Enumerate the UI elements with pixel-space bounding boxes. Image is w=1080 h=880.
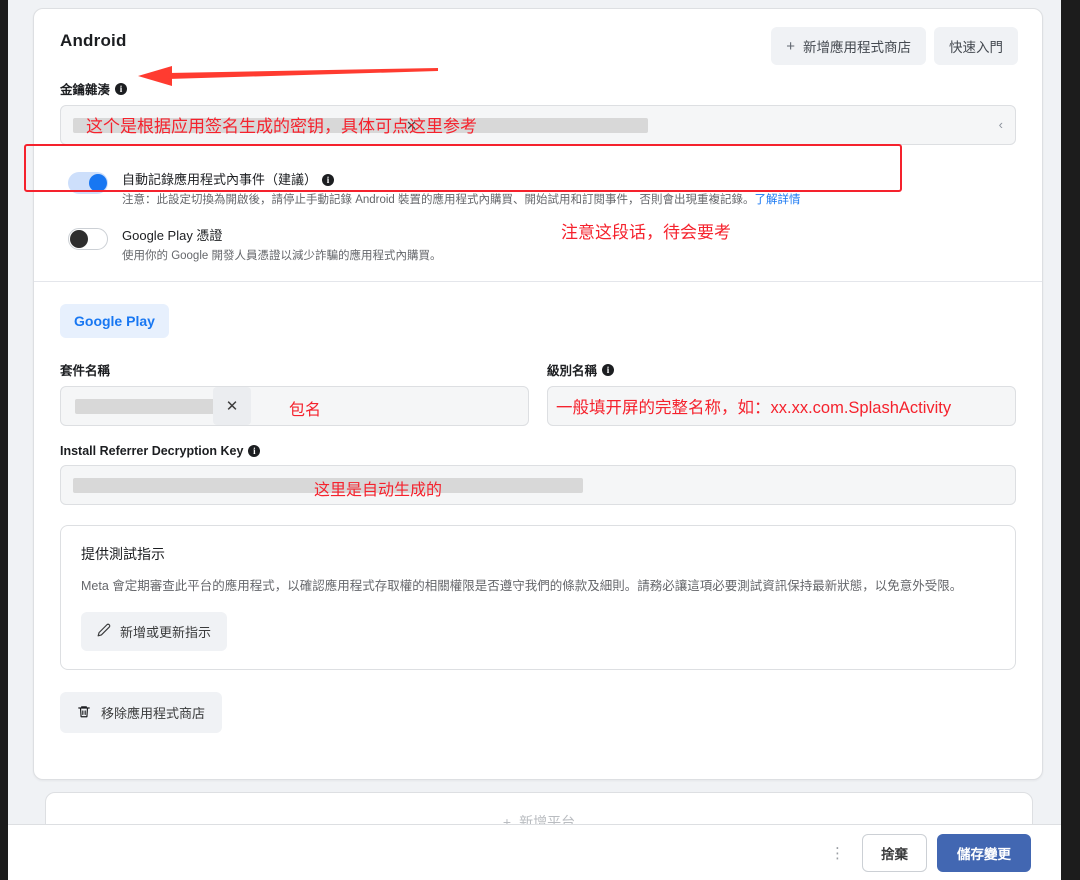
google-play-chip[interactable]: Google Play (60, 304, 169, 338)
annotation-package-note: 包名 (289, 396, 321, 420)
header-button-group: + 新增應用程式商店 快速入門 (771, 27, 1018, 65)
annotation-class-note: 一般填开屏的完整名称，如：xx.xx.com.SplashActivity (556, 394, 951, 418)
key-hash-label: 金鑰雜湊 (60, 79, 110, 98)
auto-log-events-texts: 自動記錄應用程式內事件（建議） i 注意：此設定切換為開啟後，請停止手動記錄 A… (122, 170, 801, 208)
toggle-section: 自動記錄應用程式內事件（建議） i 注意：此設定切換為開啟後，請停止手動記錄 A… (34, 161, 1042, 273)
class-name-field-group: 級別名稱 i 一般填开屏的完整名称，如：xx.xx.com.SplashActi… (547, 360, 1016, 426)
page-title: Android (60, 31, 127, 51)
discard-button[interactable]: 捨棄 (862, 834, 927, 872)
install-referrer-input[interactable]: 这里是自动生成的 (60, 465, 1016, 505)
remove-app-store-button[interactable]: 移除應用程式商店 (60, 692, 222, 733)
page-background: Android + 新增應用程式商店 快速入門 金鑰雜湊 i ✕ ‹ (8, 0, 1061, 880)
redacted-value (75, 399, 230, 414)
add-or-update-instructions-label: 新增或更新指示 (120, 622, 211, 641)
add-or-update-instructions-button[interactable]: 新增或更新指示 (81, 612, 227, 651)
class-name-label: 級別名稱 (547, 360, 597, 379)
trash-icon (77, 704, 91, 722)
learn-more-link[interactable]: 了解詳情 (755, 194, 801, 206)
key-hash-section: 金鑰雜湊 i ✕ ‹ (34, 65, 1042, 161)
package-name-label-row: 套件名稱 (60, 360, 529, 379)
android-platform-card: Android + 新增應用程式商店 快速入門 金鑰雜湊 i ✕ ‹ (33, 8, 1043, 780)
toggle-row-google-play-credentials: Google Play 憑證 使用你的 Google 開發人員憑證以減少詐騙的應… (60, 217, 1016, 273)
auto-log-events-description-row: 注意：此設定切換為開啟後，請停止手動記錄 Android 裝置的應用程式內購買、… (122, 192, 801, 208)
redacted-value (73, 478, 583, 493)
info-icon[interactable]: i (115, 83, 127, 95)
add-app-store-button[interactable]: + 新增應用程式商店 (771, 27, 926, 65)
testing-instructions-title: 提供測試指示 (81, 544, 995, 564)
quick-start-label: 快速入門 (949, 36, 1003, 56)
toggle-knob (89, 174, 107, 192)
remove-app-store-label: 移除應用程式商店 (101, 703, 205, 722)
close-icon[interactable]: ✕ (213, 387, 251, 425)
pencil-icon (97, 623, 111, 640)
more-options-icon[interactable]: ⋮ (830, 844, 846, 862)
redacted-value (73, 118, 648, 133)
bottom-action-bar: ⋮ 捨棄 儲存變更 (8, 824, 1061, 880)
add-app-store-label: 新增應用程式商店 (803, 36, 911, 56)
google-play-credentials-title-row: Google Play 憑證 (122, 227, 441, 245)
testing-instructions-body: Meta 會定期審查此平台的應用程式，以確認應用程式存取權的相關權限是否遵守我們… (81, 576, 995, 596)
package-name-label: 套件名稱 (60, 360, 110, 379)
plus-icon: + (786, 39, 795, 54)
install-referrer-label-row: Install Referrer Decryption Key i (60, 444, 1016, 458)
google-play-credentials-texts: Google Play 憑證 使用你的 Google 開發人員憑證以減少詐騙的應… (122, 226, 441, 264)
toggle-knob (70, 230, 88, 248)
install-referrer-label: Install Referrer Decryption Key (60, 444, 243, 458)
package-name-input[interactable]: ✕ 包名 (60, 386, 529, 426)
testing-instructions-box: 提供測試指示 Meta 會定期審查此平台的應用程式，以確認應用程式存取權的相關權… (60, 525, 1016, 670)
auto-log-events-title-row: 自動記錄應用程式內事件（建議） i (122, 171, 801, 189)
remove-section: 移除應用程式商店 (34, 670, 1042, 733)
key-hash-input[interactable]: ✕ ‹ (60, 105, 1016, 145)
quick-start-button[interactable]: 快速入門 (934, 27, 1018, 65)
google-play-credentials-description: 使用你的 Google 開發人員憑證以減少詐騙的應用程式內購買。 (122, 248, 441, 264)
chevron-left-icon[interactable]: ‹ (999, 117, 1003, 132)
close-icon[interactable]: ✕ (406, 118, 417, 134)
info-icon[interactable]: i (248, 445, 260, 457)
class-name-input[interactable]: 一般填开屏的完整名称，如：xx.xx.com.SplashActivity (547, 386, 1016, 426)
google-play-credentials-toggle[interactable] (68, 228, 108, 250)
toggle-row-auto-log-events: 自動記錄應用程式內事件（建議） i 注意：此設定切換為開啟後，請停止手動記錄 A… (60, 161, 1016, 217)
key-hash-label-row: 金鑰雜湊 i (60, 79, 1016, 98)
save-changes-button[interactable]: 儲存變更 (937, 834, 1031, 872)
card-header: Android + 新增應用程式商店 快速入門 (34, 9, 1042, 65)
class-name-label-row: 級別名稱 i (547, 360, 1016, 379)
store-fields-row: 套件名稱 ✕ 包名 級別名稱 i 一般填开屏的完整名称，如：xx.xx.com.… (60, 360, 1016, 426)
install-referrer-field-group: Install Referrer Decryption Key i 这里是自动生… (60, 444, 1016, 505)
google-play-credentials-title: Google Play 憑證 (122, 227, 222, 245)
auto-log-events-title: 自動記錄應用程式內事件（建議） (122, 171, 317, 189)
package-name-field-group: 套件名稱 ✕ 包名 (60, 360, 529, 426)
info-icon[interactable]: i (322, 174, 334, 186)
auto-log-events-description: 注意：此設定切換為開啟後，請停止手動記錄 Android 裝置的應用程式內購買、… (122, 194, 755, 206)
auto-log-events-toggle[interactable] (68, 172, 108, 194)
google-play-store-section: Google Play 套件名稱 ✕ 包名 級別名稱 i (34, 282, 1042, 505)
info-icon[interactable]: i (602, 364, 614, 376)
